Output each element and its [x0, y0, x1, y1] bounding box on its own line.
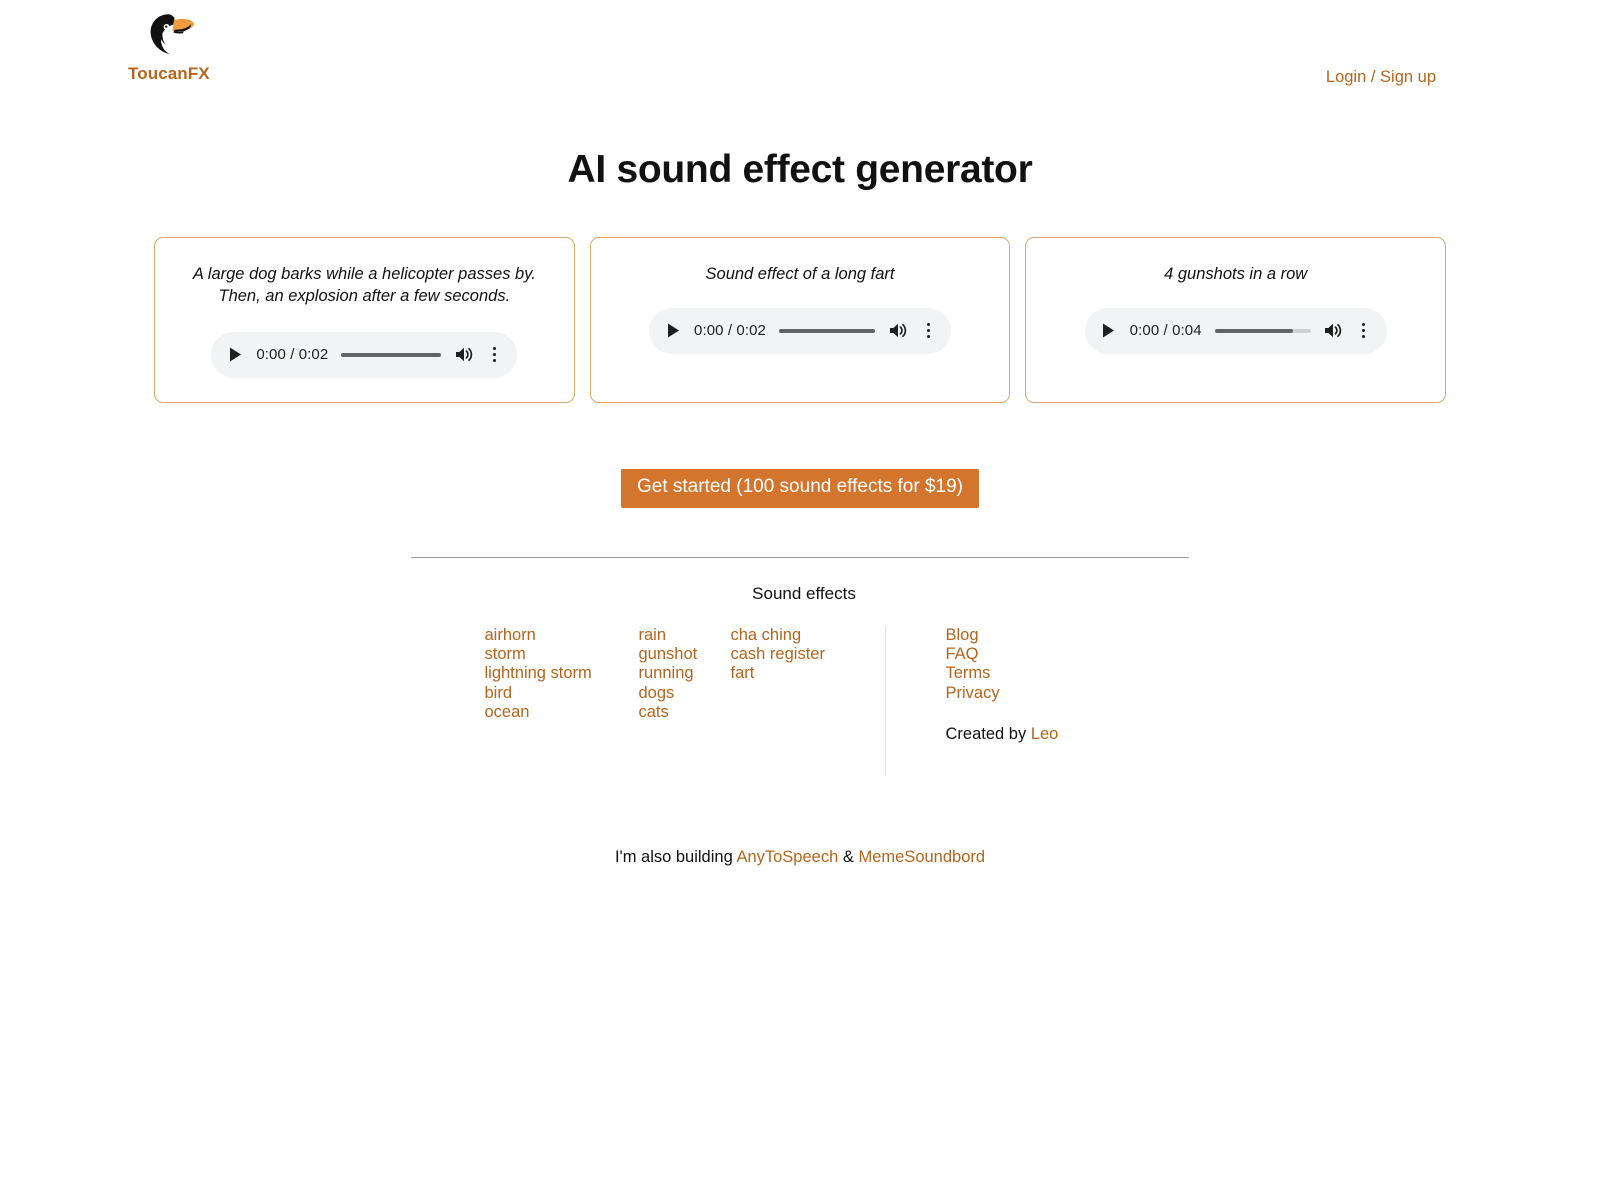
menu-dot [492, 347, 496, 351]
sound-effect-link-cats[interactable]: cats [639, 703, 731, 722]
sample-caption: A large dog barks while a helicopter pas… [192, 265, 536, 305]
anytospeech-link[interactable]: AnyToSpeech [736, 848, 838, 866]
sample-caption: Sound effect of a long fart [705, 265, 895, 283]
also-building-prefix: I'm also building [614, 847, 733, 866]
footer-link-blog[interactable]: Blog [946, 626, 1116, 645]
audio-progress-fill [341, 352, 442, 357]
audio-progress-fill [779, 328, 875, 333]
sound-effect-link-lightning-storm[interactable]: lightning storm [485, 664, 639, 683]
sound-effect-link-storm[interactable]: storm [485, 645, 639, 664]
also-building-separator: & [842, 847, 854, 866]
more-vertical-icon[interactable] [921, 321, 935, 341]
sample-cards: A large dog barks while a helicopter pas… [154, 237, 1447, 403]
footer-heading: Sound effects [752, 583, 856, 603]
site-header: ToucanFX Login / Sign up [0, 0, 1600, 108]
more-vertical-icon[interactable] [1357, 321, 1371, 341]
site-footer: Sound effects airhorn storm lightning st… [0, 584, 1600, 776]
memesoundbord-link[interactable]: MemeSoundbord [858, 848, 985, 866]
audio-time: 0:00 / 0:02 [694, 322, 766, 340]
brand-logo-link[interactable]: ToucanFX [128, 12, 308, 84]
sound-effect-link-bird[interactable]: bird [485, 684, 639, 703]
sound-effect-link-running[interactable]: running [639, 664, 731, 683]
menu-dot [1362, 329, 1366, 333]
section-divider [411, 556, 1189, 558]
sample-card: 4 gunshots in a row 0:00 / 0:04 [1025, 237, 1447, 403]
menu-dot [1362, 323, 1366, 327]
sound-effect-column: rain gunshot running dogs cats [639, 626, 731, 722]
also-building-note: I'm also building AnyToSpeech & MemeSoun… [0, 848, 1600, 867]
audio-player[interactable]: 0:00 / 0:02 [211, 331, 518, 378]
audio-progress-fill [1214, 328, 1294, 333]
footer-info-links: Blog FAQ Terms Privacy Created by Leo [946, 626, 1116, 744]
footer-vertical-divider [884, 625, 886, 776]
audio-progress-slider[interactable] [1214, 328, 1311, 333]
sound-effect-link-dogs[interactable]: dogs [639, 684, 731, 703]
page-title: AI sound effect generator [567, 148, 1033, 191]
audio-time: 0:00 / 0:04 [1129, 322, 1202, 340]
sound-effect-column: airhorn storm lightning storm bird ocean [485, 626, 639, 722]
created-by-author-link[interactable]: Leo [1031, 725, 1059, 743]
menu-dot [492, 359, 496, 363]
brand-name: ToucanFX [128, 64, 210, 83]
audio-player[interactable]: 0:00 / 0:02 [649, 307, 951, 354]
menu-dot [926, 329, 930, 333]
sample-caption: 4 gunshots in a row [1164, 265, 1308, 283]
menu-dot [1362, 335, 1366, 339]
sound-effect-link-fart[interactable]: fart [731, 664, 883, 683]
toucan-icon [150, 14, 195, 55]
created-by: Created by Leo [946, 725, 1116, 744]
footer-columns: airhorn storm lightning storm bird ocean… [0, 625, 1600, 776]
audio-progress-slider[interactable] [341, 352, 442, 357]
audio-player[interactable]: 0:00 / 0:04 [1084, 307, 1387, 354]
audio-time: 0:00 / 0:02 [256, 346, 329, 364]
sound-effect-link-airhorn[interactable]: airhorn [485, 626, 639, 645]
more-vertical-icon[interactable] [487, 345, 501, 365]
created-by-prefix: Created by [945, 725, 1027, 744]
menu-dot [926, 323, 930, 327]
volume-high-icon[interactable] [1324, 321, 1344, 341]
footer-link-terms[interactable]: Terms [946, 664, 1116, 683]
sound-effect-link-cash-register[interactable]: cash register [731, 645, 883, 664]
footer-link-privacy[interactable]: Privacy [946, 684, 1116, 703]
footer-link-faq[interactable]: FAQ [946, 645, 1116, 664]
sound-effect-link-rain[interactable]: rain [639, 626, 731, 645]
play-icon[interactable] [1101, 322, 1117, 340]
sound-effect-columns: airhorn storm lightning storm bird ocean… [485, 626, 883, 722]
sample-card: Sound effect of a long fart 0:00 / 0:02 [589, 237, 1011, 403]
cta-section: Get started (100 sound effects for $19) [0, 469, 1600, 508]
menu-dot [926, 335, 930, 339]
sound-effect-link-gunshot[interactable]: gunshot [639, 645, 731, 664]
play-icon[interactable] [665, 322, 681, 340]
volume-high-icon[interactable] [888, 321, 908, 341]
sound-effect-link-ocean[interactable]: ocean [485, 703, 639, 722]
sound-effect-column: cha ching cash register fart [731, 626, 883, 722]
play-icon[interactable] [227, 346, 243, 364]
get-started-button[interactable]: Get started (100 sound effects for $19) [620, 469, 979, 508]
sound-effect-link-cha-ching[interactable]: cha ching [731, 626, 883, 645]
audio-progress-slider[interactable] [779, 328, 875, 333]
login-signup-link[interactable]: Login / Sign up [1326, 68, 1436, 87]
sample-card: A large dog barks while a helicopter pas… [154, 237, 575, 403]
volume-high-icon[interactable] [454, 345, 474, 365]
menu-dot [492, 353, 496, 357]
